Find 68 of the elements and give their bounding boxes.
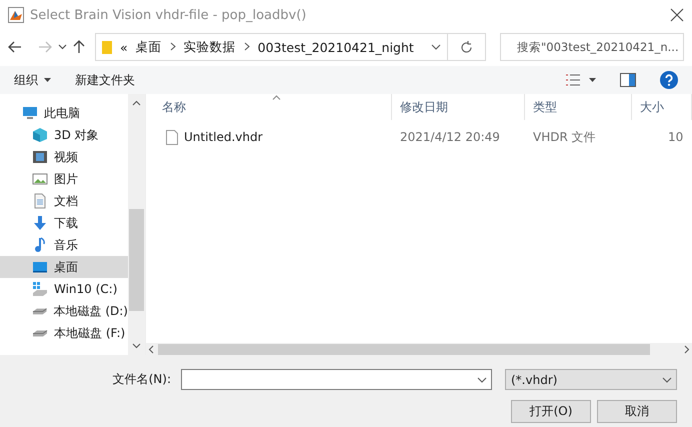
breadcrumb[interactable]: 桌面 — [136, 38, 162, 56]
help-button[interactable] — [660, 71, 678, 89]
file-name: Untitled.vhdr — [184, 130, 263, 144]
folder-icon — [102, 40, 112, 54]
picture-icon — [32, 171, 48, 187]
up-button[interactable] — [73, 40, 85, 54]
open-button[interactable]: 打开(O) — [511, 400, 591, 423]
list-view-icon — [565, 73, 581, 87]
app-logo-icon — [8, 7, 24, 23]
sidebar-item[interactable]: 此电脑 — [0, 102, 128, 124]
file-icon — [166, 130, 178, 144]
chevron-icon — [244, 40, 250, 54]
column-header[interactable]: 大小 — [632, 94, 692, 120]
sidebar-item[interactable]: 3D 对象 — [0, 124, 128, 146]
sidebar-item[interactable]: Win10 (C:) — [0, 278, 128, 300]
dropdown-chevron-icon — [477, 376, 487, 382]
sidebar-item[interactable]: 本地磁盘 (D:) — [0, 300, 128, 322]
table-cell-text: VHDR 文件 — [532, 128, 597, 146]
download-arrow-icon — [32, 215, 48, 231]
desktop-icon — [32, 259, 48, 275]
sidebar-item[interactable]: 下载 — [0, 212, 128, 234]
help-icon — [660, 71, 678, 89]
file-type-dropdown[interactable]: (*.vhdr) — [505, 369, 677, 390]
cancel-button[interactable]: 取消 — [597, 400, 677, 423]
dropdown-chevron-icon — [431, 44, 441, 50]
drive-icon — [32, 330, 48, 336]
sidebar-item[interactable]: 图片 — [0, 168, 128, 190]
refresh-icon — [460, 40, 473, 54]
refresh-button[interactable] — [448, 33, 486, 61]
caret-icon — [44, 78, 51, 82]
sidebar-item[interactable]: 文档 — [0, 190, 128, 212]
vertical-scrollbar[interactable] — [128, 94, 145, 355]
sidebar-item[interactable]: 桌面 — [0, 256, 128, 278]
new-folder-button[interactable]: 新建文件夹 — [75, 72, 135, 88]
breadcrumb[interactable]: 003test_20210421_night — [258, 40, 414, 54]
drive-icon — [32, 281, 48, 297]
document-icon — [32, 193, 48, 209]
back-button[interactable] — [8, 41, 22, 53]
horizontal-scrollbar[interactable] — [146, 343, 692, 355]
search-field[interactable]: 搜索"003test_20210421_n... — [500, 33, 684, 61]
organize-menu-button[interactable]: 组织 — [14, 72, 51, 88]
close-button[interactable] — [670, 8, 684, 22]
table-cell-text: 10 — [667, 129, 684, 146]
cube-icon — [32, 127, 48, 143]
music-note-icon — [32, 237, 48, 253]
filename-label: 文件名(N): — [112, 371, 171, 388]
column-header[interactable]: 修改日期 — [392, 94, 525, 120]
overflow-chevron[interactable]: « — [120, 40, 128, 54]
drive-icon — [32, 308, 48, 314]
breadcrumb[interactable]: 实验数据 — [184, 38, 236, 56]
computer-icon — [22, 105, 38, 121]
column-header[interactable]: 名称 — [154, 94, 392, 120]
film-icon — [32, 149, 48, 165]
sidebar-item[interactable]: 本地磁盘 (F:) — [0, 322, 128, 344]
column-header[interactable]: 类型 — [525, 94, 632, 120]
caret-icon — [589, 78, 596, 82]
preview-pane-button[interactable] — [620, 73, 636, 87]
recent-locations-button[interactable] — [58, 44, 67, 50]
sidebar-item[interactable]: 视频 — [0, 146, 128, 168]
sidebar-item[interactable]: 音乐 — [0, 234, 128, 256]
window-title: Select Brain Vision vhdr-file - pop_loadbv() — [30, 8, 308, 22]
chevron-icon — [170, 40, 176, 54]
table-cell-text: 2021/4/12 20:49 — [399, 129, 501, 146]
dropdown-chevron-icon — [662, 376, 672, 382]
file-row[interactable]: Untitled.vhdr 2021/4/12 20:49 VHDR 文件 10 — [146, 126, 692, 148]
filename-field[interactable] — [181, 369, 492, 390]
view-options-button[interactable] — [565, 73, 596, 87]
address-bar[interactable]: « 桌面 实验数据 003test_20210421_night — [95, 33, 448, 61]
